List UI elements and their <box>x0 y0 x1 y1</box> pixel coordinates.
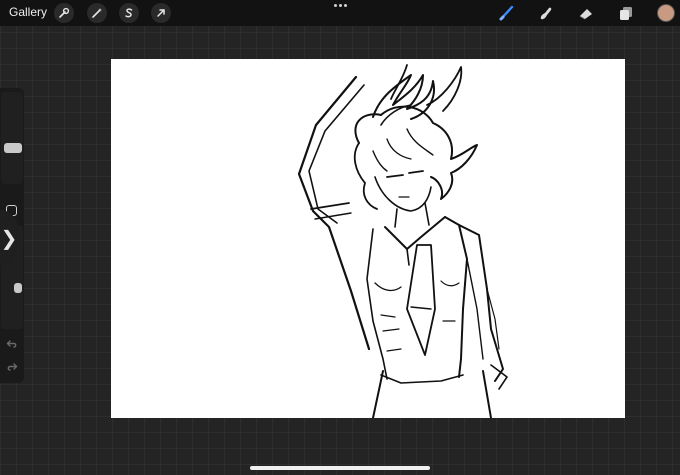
actions-wrench-icon[interactable] <box>54 3 74 23</box>
undo-arrow-icon[interactable] <box>4 337 20 351</box>
brush-size-slider-knob[interactable] <box>4 143 22 154</box>
brush-icon[interactable] <box>496 3 518 23</box>
color-picker-swatch[interactable] <box>657 4 675 22</box>
home-indicator-bar[interactable] <box>250 466 430 470</box>
brush-size-slider[interactable] <box>1 92 23 184</box>
more-dots-icon[interactable] <box>332 4 348 10</box>
selection-s-icon[interactable] <box>119 3 139 23</box>
redo-arrow-icon[interactable] <box>4 360 20 374</box>
layers-icon[interactable] <box>615 3 637 23</box>
smudge-icon[interactable] <box>535 3 557 23</box>
chevron-right-icon: ❯ <box>0 226 18 250</box>
opacity-slider-knob[interactable] <box>14 283 22 294</box>
eraser-icon[interactable] <box>575 3 597 23</box>
top-toolbar: Gallery <box>0 0 680 26</box>
line-art-drawing <box>297 64 508 418</box>
gallery-button[interactable]: Gallery <box>9 5 47 19</box>
drawing-canvas[interactable] <box>111 59 625 418</box>
transform-arrow-icon[interactable] <box>151 3 171 23</box>
adjustments-wand-icon[interactable] <box>87 3 107 23</box>
